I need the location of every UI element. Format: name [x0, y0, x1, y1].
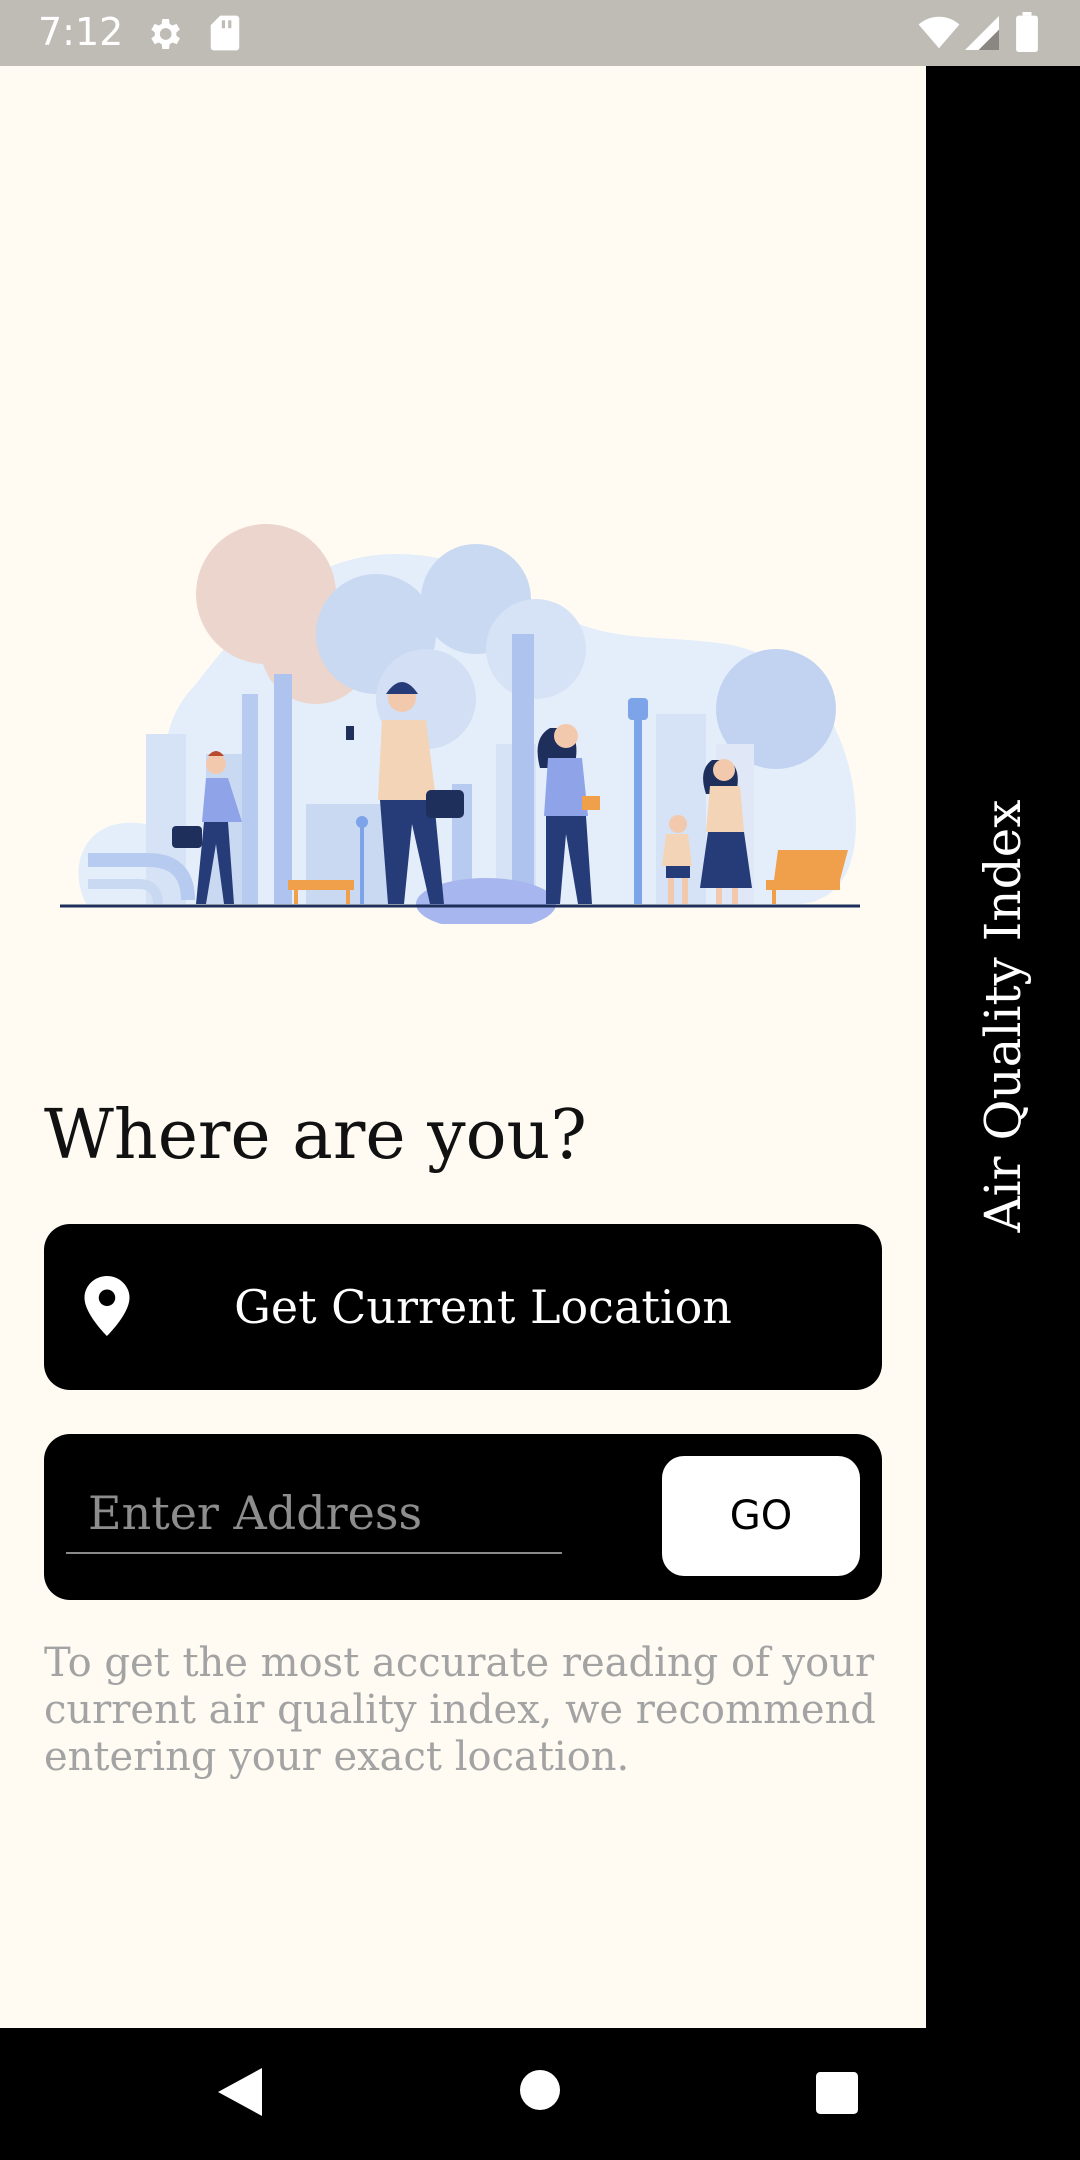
get-current-location-label: Get Current Location	[234, 1280, 732, 1334]
get-current-location-button[interactable]: Get Current Location	[44, 1224, 882, 1390]
sd-card-icon	[208, 14, 242, 56]
gear-icon	[144, 14, 184, 58]
back-icon[interactable]	[218, 2068, 262, 2120]
navigation-bar	[0, 2028, 1080, 2160]
go-button[interactable]: GO	[662, 1456, 860, 1576]
address-input[interactable]	[66, 1474, 562, 1554]
main-panel: Where are you? Get Current Location GO T…	[0, 66, 926, 2028]
signal-icon	[964, 16, 1000, 54]
home-icon[interactable]	[520, 2070, 560, 2114]
app-title: Air Quality Index	[974, 799, 1032, 1233]
battery-icon	[1016, 12, 1038, 56]
recents-icon[interactable]	[816, 2072, 858, 2118]
status-bar: 7:12	[0, 0, 1080, 66]
page-title: Where are you?	[44, 1096, 587, 1175]
accuracy-note: To get the most accurate reading of your…	[44, 1640, 876, 1780]
wifi-icon	[918, 16, 960, 54]
city-pollution-illustration	[56, 484, 866, 930]
address-form: GO	[44, 1434, 882, 1600]
status-time: 7:12	[38, 10, 124, 54]
side-panel: Air Quality Index	[926, 66, 1080, 2028]
